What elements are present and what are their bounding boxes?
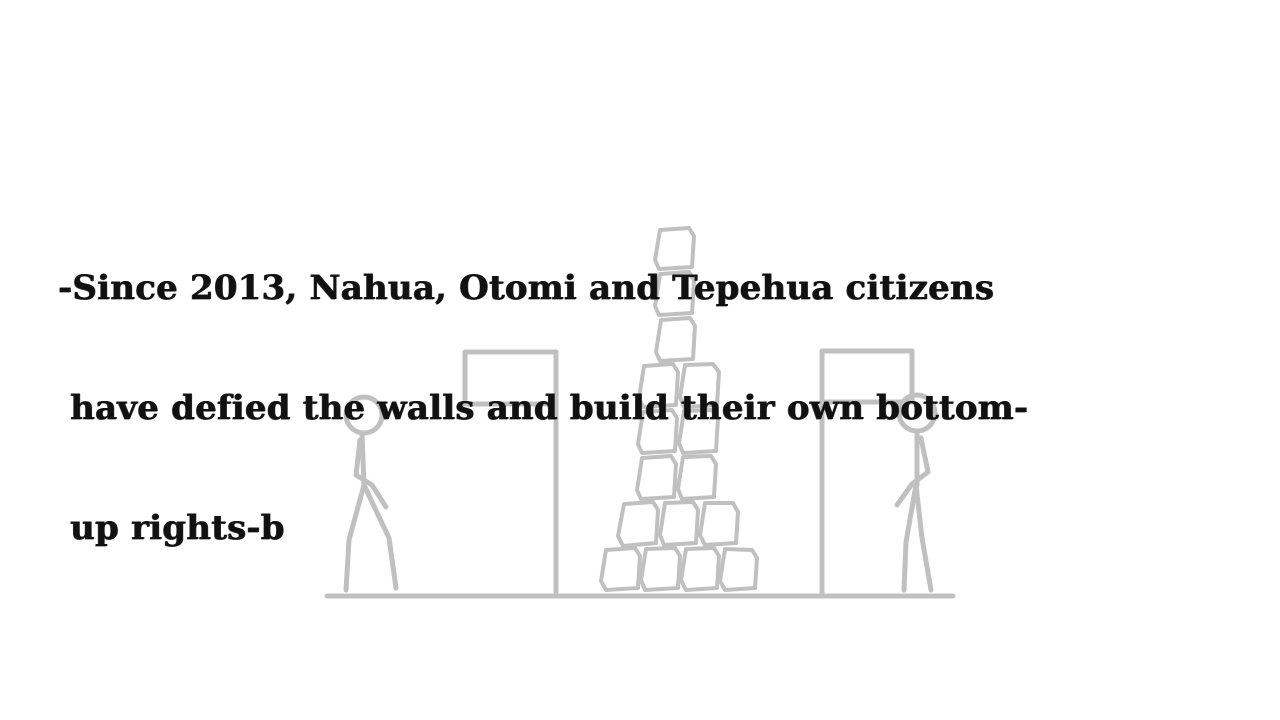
caption-line: -Since 2013, Nahua, Otomi and Tepehua ci… bbox=[58, 268, 995, 308]
caption-line: up rights-b bbox=[58, 508, 285, 548]
caption-text: -Since 2013, Nahua, Otomi and Tepehua ci… bbox=[58, 188, 1218, 628]
animation-frame: -Since 2013, Nahua, Otomi and Tepehua ci… bbox=[0, 0, 1280, 720]
caption-line: have defied the walls and build their ow… bbox=[58, 388, 1029, 428]
